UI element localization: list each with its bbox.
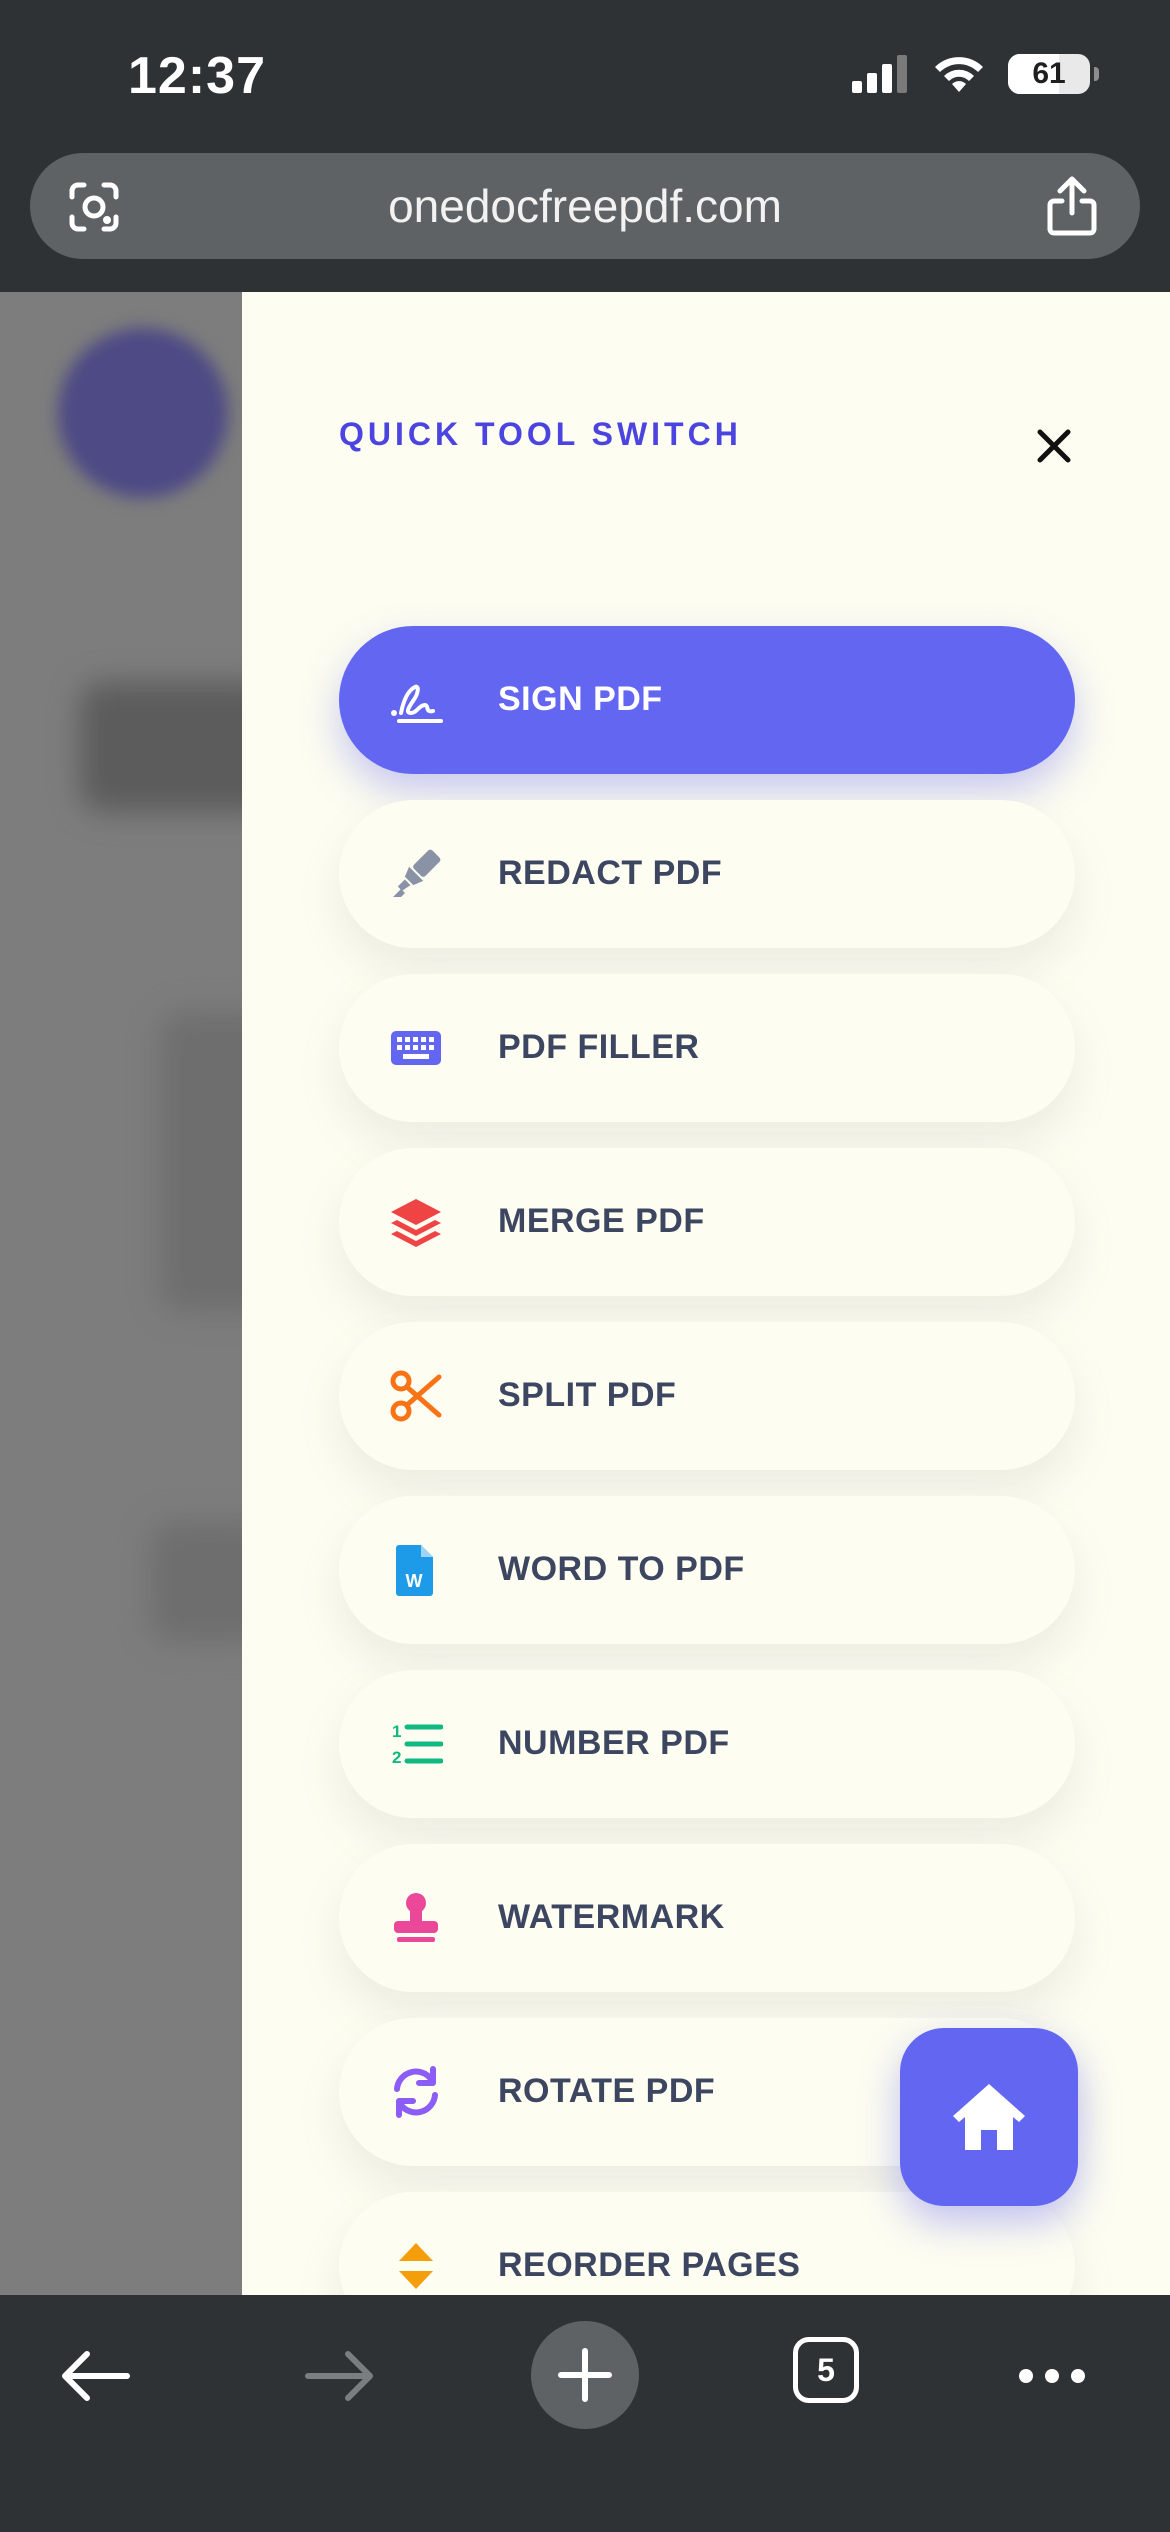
- forward-arrow-icon[interactable]: [304, 2348, 376, 2404]
- tool-label: MERGE PDF: [498, 1202, 705, 1240]
- close-icon[interactable]: [1037, 429, 1071, 463]
- layers-icon: [391, 1199, 441, 1247]
- tool-label: REORDER PAGES: [498, 2246, 801, 2284]
- tool-label: WORD TO PDF: [498, 1550, 745, 1588]
- browser-toolbar: 5: [0, 2295, 1170, 2532]
- home-button[interactable]: [900, 2028, 1078, 2206]
- blurred-logo: [58, 328, 228, 498]
- back-button[interactable]: [45, 2331, 145, 2421]
- more-menu-button[interactable]: [1002, 2331, 1102, 2421]
- battery-level: 61: [1032, 57, 1066, 90]
- status-bar: 12:37 61: [0, 0, 1170, 140]
- signature-icon: [391, 684, 443, 723]
- url-text[interactable]: onedocfreepdf.com: [30, 179, 1140, 233]
- blurred-page-backdrop[interactable]: [0, 292, 242, 2295]
- tool-label: SPLIT PDF: [498, 1376, 677, 1414]
- status-icons: 61: [852, 54, 1099, 94]
- tool-merge-pdf[interactable]: MERGE PDF: [339, 1148, 1075, 1296]
- tool-label: NUMBER PDF: [498, 1724, 730, 1762]
- blurred-block: [150, 1522, 242, 1642]
- numbered-list-icon: 1 2: [392, 1722, 443, 1767]
- tool-split-pdf[interactable]: SPLIT PDF: [339, 1322, 1075, 1470]
- tool-sign-pdf[interactable]: SIGN PDF: [339, 626, 1075, 774]
- tool-redact-pdf[interactable]: REDACT PDF: [339, 800, 1075, 948]
- keyboard-icon: [391, 1031, 441, 1065]
- tool-label: WATERMARK: [498, 1898, 725, 1936]
- tool-number-pdf[interactable]: 1 2 NUMBER PDF: [339, 1670, 1075, 1818]
- share-icon[interactable]: [1044, 175, 1100, 237]
- cellular-signal-icon: [852, 55, 907, 93]
- blurred-block: [80, 682, 242, 812]
- quick-tool-panel: QUICK TOOL SWITCH SIGN PDF REDACT PDF PD…: [242, 292, 1170, 2295]
- tool-word-to-pdf[interactable]: W WORD TO PDF: [339, 1496, 1075, 1644]
- back-arrow-icon[interactable]: [59, 2348, 131, 2404]
- more-dots-icon[interactable]: [1016, 2366, 1088, 2386]
- wifi-icon: [935, 57, 983, 92]
- battery-indicator: 61: [1008, 54, 1099, 94]
- home-icon[interactable]: [949, 2080, 1029, 2154]
- tool-label: SIGN PDF: [498, 680, 663, 718]
- address-bar[interactable]: onedocfreepdf.com: [30, 153, 1140, 259]
- status-time: 12:37: [128, 47, 266, 105]
- web-page: QUICK TOOL SWITCH SIGN PDF REDACT PDF PD…: [0, 292, 1170, 2295]
- tool-label: ROTATE PDF: [498, 2072, 716, 2110]
- rotate-icon: [394, 2066, 438, 2118]
- plus-icon[interactable]: [557, 2347, 613, 2403]
- word-file-icon: W: [396, 1545, 433, 1596]
- panel-heading: QUICK TOOL SWITCH: [339, 416, 742, 452]
- svg-text:1: 1: [392, 1722, 401, 1741]
- tool-reorder-pages[interactable]: REORDER PAGES: [339, 2192, 1075, 2295]
- new-tab-button[interactable]: [531, 2321, 639, 2429]
- svg-text:2: 2: [392, 1748, 401, 1767]
- blurred-block: [160, 1012, 242, 1312]
- tool-pdf-filler[interactable]: PDF FILLER: [339, 974, 1075, 1122]
- scissors-icon: [390, 1370, 442, 1422]
- tool-watermark[interactable]: WATERMARK: [339, 1844, 1075, 1992]
- stamp-icon: [394, 1893, 438, 1942]
- sort-icon: [399, 2243, 433, 2289]
- svg-text:W: W: [406, 1571, 423, 1591]
- close-button[interactable]: [1024, 416, 1084, 476]
- highlighter-icon: [393, 849, 441, 897]
- tool-label: REDACT PDF: [498, 854, 723, 892]
- forward-button[interactable]: [290, 2331, 390, 2421]
- tool-label: PDF FILLER: [498, 1028, 700, 1066]
- tab-switcher-button[interactable]: 5: [793, 2337, 859, 2403]
